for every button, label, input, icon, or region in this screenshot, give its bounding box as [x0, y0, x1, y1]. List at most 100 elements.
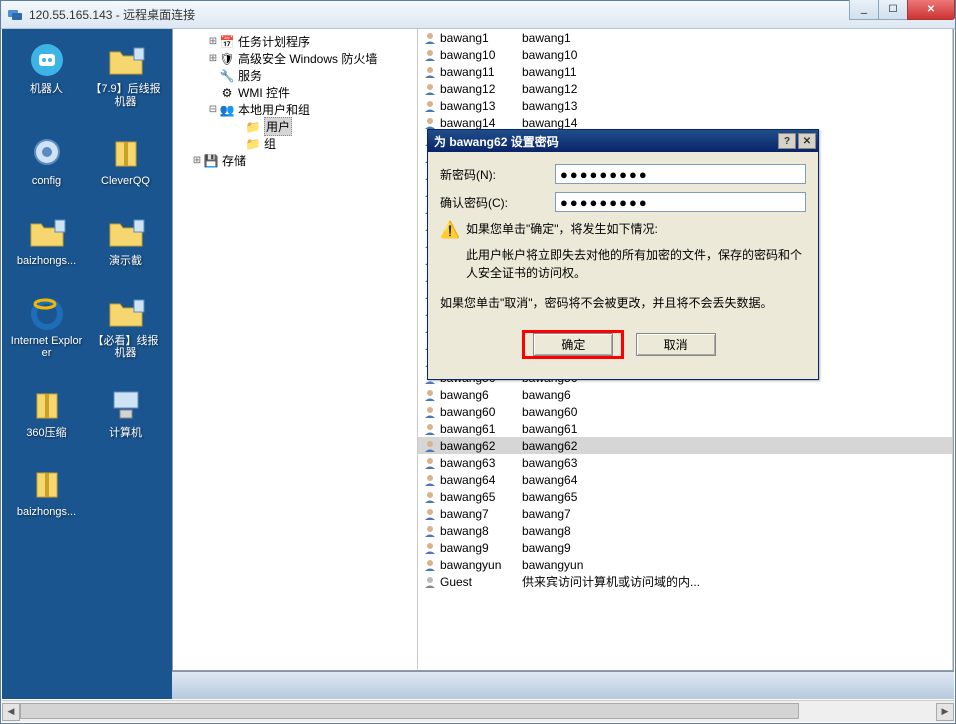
user-fullname: bawang61 [522, 422, 952, 436]
desktop-icon[interactable]: 360压缩 [9, 383, 84, 440]
tree-node-icon: 🔧 [219, 68, 235, 84]
user-row[interactable]: bawangyunbawangyun [418, 556, 952, 573]
user-fullname: bawang62 [522, 439, 952, 453]
desktop-icon-label: Internet Explorer [9, 335, 84, 360]
user-icon [422, 64, 438, 80]
user-name: bawang61 [440, 422, 522, 436]
info-text-2: 如果您单击"取消"，密码将不会被更改，并且将不会丢失数据。 [440, 294, 806, 312]
desktop-icon-label: 【7.9】后线报机器 [88, 83, 163, 108]
desktop-icon-label: baizhongs... [9, 255, 84, 268]
user-fullname: bawang11 [522, 65, 952, 79]
user-row[interactable]: bawang10bawang10 [418, 46, 952, 63]
horizontal-scrollbar[interactable]: ◀ ▶ [2, 700, 954, 722]
user-icon [422, 455, 438, 471]
user-icon [422, 404, 438, 420]
new-password-input[interactable] [555, 164, 806, 184]
scroll-track[interactable] [20, 703, 936, 721]
user-icon [422, 421, 438, 437]
rdp-titlebar[interactable]: 120.55.165.143 - 远程桌面连接 [1, 1, 955, 29]
desktop-icon-label: config [9, 175, 84, 188]
desktop-icon[interactable]: Internet Explorer [9, 291, 84, 360]
tree-expander-icon[interactable]: ⊞ [191, 155, 203, 166]
zip-icon [26, 383, 68, 425]
user-name: Guest [440, 575, 522, 589]
maximize-button[interactable] [878, 0, 908, 20]
user-fullname: bawang65 [522, 490, 952, 504]
tree-expander-icon[interactable]: ⊟ [207, 104, 219, 115]
scroll-right-button[interactable]: ▶ [936, 703, 954, 721]
desktop-icon[interactable]: 计算机 [88, 383, 163, 440]
user-fullname: bawang13 [522, 99, 952, 113]
remote-taskbar[interactable] [172, 671, 954, 699]
dialog-close-button[interactable]: ✕ [798, 133, 816, 149]
scroll-left-button[interactable]: ◀ [2, 703, 20, 721]
desktop-icon[interactable]: baizhongs... [9, 211, 84, 268]
dialog-help-button[interactable]: ? [778, 133, 796, 149]
user-row[interactable]: bawang64bawang64 [418, 471, 952, 488]
dialog-title: 为 bawang62 设置密码 [434, 133, 776, 150]
desktop-icon[interactable]: CleverQQ [88, 131, 163, 188]
user-icon [422, 557, 438, 573]
tree-expander-icon[interactable]: ⊞ [207, 36, 219, 47]
tree-item[interactable]: ⊞💾存储 [175, 152, 415, 169]
tree-item-label: 用户 [264, 117, 292, 136]
user-row[interactable]: bawang1bawang1 [418, 29, 952, 46]
user-fullname: bawang9 [522, 541, 952, 555]
tree-item[interactable]: 📁用户 [175, 118, 415, 135]
pc-icon [105, 383, 147, 425]
tree-item[interactable]: 🔧服务 [175, 67, 415, 84]
user-row[interactable]: bawang11bawang11 [418, 63, 952, 80]
minimize-button[interactable] [849, 0, 879, 20]
close-button[interactable] [907, 0, 955, 20]
desktop-icon[interactable]: 【必看】线报机器 [88, 291, 163, 360]
cancel-button[interactable]: 取消 [636, 333, 716, 356]
desktop-icon[interactable]: 【7.9】后线报机器 [88, 39, 163, 108]
user-row[interactable]: bawang8bawang8 [418, 522, 952, 539]
user-row[interactable]: bawang61bawang61 [418, 420, 952, 437]
desktop-icon[interactable] [88, 462, 163, 519]
user-row[interactable]: bawang63bawang63 [418, 454, 952, 471]
user-fullname: bawang64 [522, 473, 952, 487]
robot-icon [26, 39, 68, 81]
desktop-icon-label: 计算机 [88, 427, 163, 440]
user-row[interactable]: bawang62bawang62 [418, 437, 952, 454]
info-text-1: 此用户帐户将立即失去对他的所有加密的文件，保存的密码和个人安全证书的访问权。 [466, 246, 806, 282]
scroll-thumb[interactable] [20, 703, 799, 719]
tree-node-icon: 📅 [219, 34, 235, 50]
user-name: bawang9 [440, 541, 522, 555]
desktop-icon-label: 【必看】线报机器 [88, 335, 163, 360]
desktop-icon-label: CleverQQ [88, 175, 163, 188]
user-name: bawang63 [440, 456, 522, 470]
user-row[interactable]: bawang13bawang13 [418, 97, 952, 114]
user-fullname: bawang7 [522, 507, 952, 521]
user-row[interactable]: bawang6bawang6 [418, 386, 952, 403]
user-row[interactable]: bawang12bawang12 [418, 80, 952, 97]
user-row[interactable]: Guest供来宾访问计算机或访问域的内... [418, 573, 952, 590]
user-row[interactable]: bawang60bawang60 [418, 403, 952, 420]
tree-item[interactable]: ⊟👥本地用户和组 [175, 101, 415, 118]
user-row[interactable]: bawang9bawang9 [418, 539, 952, 556]
user-name: bawang6 [440, 388, 522, 402]
desktop-icon[interactable]: config [9, 131, 84, 188]
tree-item[interactable]: ⊞📅任务计划程序 [175, 33, 415, 50]
tree-item[interactable]: ⚙WMI 控件 [175, 84, 415, 101]
user-row[interactable]: bawang7bawang7 [418, 505, 952, 522]
confirm-password-input[interactable] [555, 192, 806, 212]
user-fullname: bawangyun [522, 558, 952, 572]
desktop-icon[interactable]: baizhongs... [9, 462, 84, 519]
tree-item[interactable]: ⊞🛡高级安全 Windows 防火墙 [175, 50, 415, 67]
user-row[interactable]: bawang65bawang65 [418, 488, 952, 505]
desktop-icon[interactable]: 演示截 [88, 211, 163, 268]
user-name: bawang10 [440, 48, 522, 62]
tree-item[interactable]: 📁组 [175, 135, 415, 152]
desktop-icon[interactable]: 机器人 [9, 39, 84, 108]
zip-icon [26, 462, 68, 504]
dialog-titlebar[interactable]: 为 bawang62 设置密码 ? ✕ [428, 130, 818, 152]
tree-item-label: 本地用户和组 [238, 101, 310, 118]
user-icon [422, 47, 438, 63]
ok-button[interactable]: 确定 [533, 333, 613, 356]
folder-icon [105, 291, 147, 333]
user-fullname: bawang60 [522, 405, 952, 419]
tree-expander-icon[interactable]: ⊞ [207, 53, 219, 64]
tree-pane[interactable]: ⊞📅任务计划程序⊞🛡高级安全 Windows 防火墙🔧服务⚙WMI 控件⊟👥本地… [173, 29, 418, 670]
